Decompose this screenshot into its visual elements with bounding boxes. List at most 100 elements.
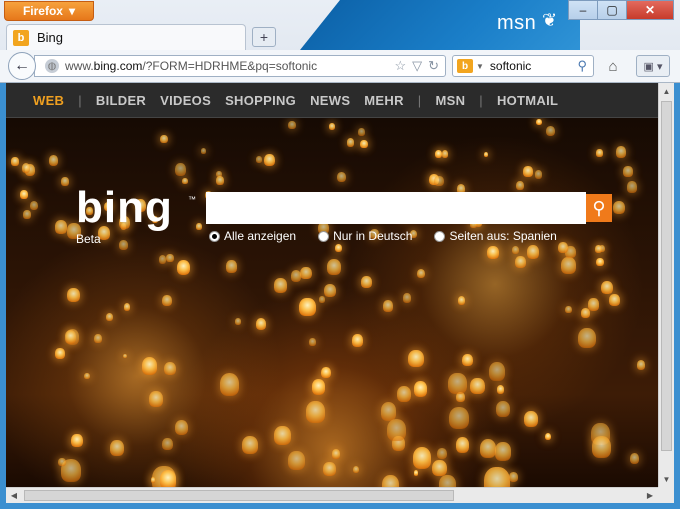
search-bar[interactable]: b ▼ softonic ⚲ xyxy=(452,55,594,77)
bing-search-input[interactable] xyxy=(206,192,586,224)
lantern-decoration xyxy=(174,419,189,436)
lantern-decoration xyxy=(516,181,524,191)
lantern-decoration xyxy=(67,287,80,303)
lantern-decoration xyxy=(58,457,66,467)
chevron-down-icon: ▾ xyxy=(68,4,76,18)
back-button[interactable]: ← xyxy=(8,52,36,80)
lantern-decoration xyxy=(352,465,360,474)
option-seiten-aus-spanien[interactable]: Seiten aus: Spanien xyxy=(434,229,557,243)
lantern-decoration xyxy=(380,402,397,421)
radio-icon xyxy=(209,230,220,242)
lantern-decoration xyxy=(544,432,552,441)
nav-bilder[interactable]: BILDER xyxy=(89,93,153,108)
lantern-decoration xyxy=(623,166,633,177)
bing-logo[interactable]: bing xyxy=(76,183,173,233)
nav-web[interactable]: WEB xyxy=(26,93,71,108)
lantern-decoration xyxy=(334,244,342,253)
horizontal-scrollbar[interactable]: ◀ ▶ xyxy=(6,487,658,503)
nav-separator: | xyxy=(417,92,422,108)
nav-videos[interactable]: VIDEOS xyxy=(153,93,218,108)
msn-logo: msn xyxy=(497,12,537,34)
lantern-decoration xyxy=(511,246,520,255)
url-bar[interactable]: ◍ www.bing.com/?FORM=HDRHME&pq=softonic … xyxy=(34,55,446,77)
lantern-decoration xyxy=(123,303,131,311)
minimize-button[interactable]: – xyxy=(568,0,598,20)
lantern-decoration xyxy=(55,348,65,359)
lantern-decoration xyxy=(159,470,177,487)
nav-mehr[interactable]: MEHR xyxy=(357,93,410,108)
lantern-decoration xyxy=(483,151,489,157)
nav-shopping[interactable]: SHOPPING xyxy=(218,93,303,108)
dropdown-icon[interactable]: ▽ xyxy=(412,58,422,74)
lantern-decoration xyxy=(357,128,365,137)
lantern-decoration xyxy=(496,401,511,418)
url-text[interactable]: www.bing.com/?FORM=HDRHME&pq=softonic xyxy=(65,59,394,73)
lantern-decoration xyxy=(432,459,447,477)
lantern-decoration xyxy=(61,177,69,187)
option-nur-in-deutsch[interactable]: Nur in Deutsch xyxy=(318,229,412,243)
lantern-decoration xyxy=(264,153,276,167)
scroll-down-icon[interactable]: ▼ xyxy=(659,471,674,487)
navigation-toolbar: ◍ www.bing.com/?FORM=HDRHME&pq=softonic … xyxy=(0,50,680,83)
lantern-decoration xyxy=(470,377,485,395)
lantern-decoration xyxy=(488,361,506,381)
lantern-decoration xyxy=(329,123,336,131)
bookmark-star-icon[interactable]: ☆ xyxy=(394,58,406,74)
lantern-decoration xyxy=(300,266,312,280)
chevron-down-icon[interactable]: ▼ xyxy=(476,62,484,71)
scroll-right-icon[interactable]: ▶ xyxy=(642,488,658,503)
lantern-decoration xyxy=(48,155,59,166)
lantern-decoration xyxy=(484,466,510,487)
lantern-decoration xyxy=(487,245,499,260)
new-tab-button[interactable]: + xyxy=(252,27,276,47)
lantern-decoration xyxy=(323,283,336,298)
scroll-up-icon[interactable]: ▲ xyxy=(659,83,674,99)
lantern-decoration xyxy=(386,418,407,441)
scroll-left-icon[interactable]: ◀ xyxy=(6,488,22,503)
lantern-decoration xyxy=(416,268,426,279)
vertical-scroll-thumb[interactable] xyxy=(661,101,672,451)
lantern-decoration xyxy=(288,120,296,130)
lantern-decoration xyxy=(457,296,466,305)
firefox-menu-button[interactable]: Firefox ▾ xyxy=(4,1,94,21)
maximize-button[interactable]: ▢ xyxy=(597,0,627,20)
lantern-decoration xyxy=(588,298,599,311)
lantern-decoration xyxy=(161,437,173,451)
lantern-decoration xyxy=(412,447,432,470)
option-alle-anzeigen[interactable]: Alle anzeigen xyxy=(209,229,296,243)
lantern-decoration xyxy=(346,138,355,147)
nav-news[interactable]: NEWS xyxy=(303,93,357,108)
lantern-decoration xyxy=(596,257,605,267)
horizontal-scroll-thumb[interactable] xyxy=(24,490,454,501)
search-icon[interactable]: ⚲ xyxy=(577,58,587,74)
bing-nav: WEB | BILDER VIDEOS SHOPPING NEWS MEHR |… xyxy=(6,83,658,118)
lantern-decoration xyxy=(626,181,637,193)
lantern-decoration xyxy=(601,280,614,295)
lantern-decoration xyxy=(19,190,28,199)
search-engine-icon[interactable]: b xyxy=(457,59,473,73)
lantern-decoration xyxy=(565,305,572,314)
nav-msn[interactable]: MSN xyxy=(428,93,472,108)
lantern-decoration xyxy=(435,149,443,158)
close-button[interactable]: ✕ xyxy=(626,0,674,20)
lantern-decoration xyxy=(166,254,174,263)
search-input[interactable]: softonic xyxy=(490,59,578,73)
reload-icon[interactable]: ↻ xyxy=(428,58,439,74)
lantern-decoration xyxy=(561,257,576,274)
window-controls: – ▢ ✕ xyxy=(568,0,674,20)
lantern-decoration xyxy=(396,385,411,402)
home-icon[interactable]: ⌂ xyxy=(604,57,622,75)
vertical-scrollbar[interactable]: ▲ ▼ xyxy=(658,83,674,487)
tab-bing[interactable]: b Bing xyxy=(6,24,246,50)
lantern-decoration xyxy=(110,439,125,456)
lantern-decoration xyxy=(534,170,542,179)
search-button[interactable]: ⚲ xyxy=(586,194,612,222)
nav-hotmail[interactable]: HOTMAIL xyxy=(490,93,565,108)
bookmarks-menu-button[interactable]: ▣ ▾ xyxy=(636,55,670,77)
lantern-decoration xyxy=(299,297,316,317)
nav-separator: | xyxy=(479,92,483,108)
lantern-decoration xyxy=(273,426,291,446)
lantern-decoration xyxy=(441,150,449,158)
lantern-decoration xyxy=(515,256,526,269)
lantern-decoration xyxy=(592,436,612,459)
